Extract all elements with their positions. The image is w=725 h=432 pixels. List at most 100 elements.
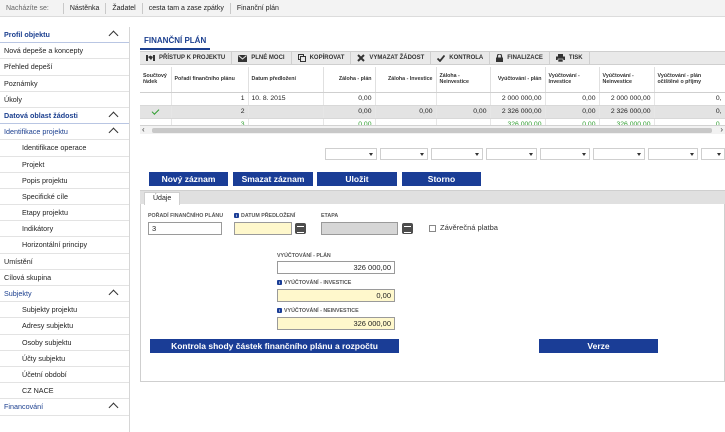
column-header[interactable]: Součtový řádek [140, 67, 172, 93]
scroll-left-icon[interactable]: ‹ [142, 125, 145, 134]
breadcrumb-item-zadatel[interactable]: Žadatel [112, 5, 135, 12]
column-header[interactable]: Vyúčtování - plán očištěné o příjmy [654, 67, 725, 93]
sidebar-item-label: Identifikace projektu [4, 127, 68, 137]
vyuctovani-neinvestice-field[interactable]: 326 000,00 [277, 317, 395, 330]
sidebar-item-ucetni-obdobi[interactable]: Účetní období [0, 367, 129, 384]
sidebar-item-label: Osoby subjektu [22, 337, 72, 347]
column-header[interactable]: Záloha - Investice [375, 67, 437, 93]
toolbar-button-finalizace[interactable]: FINALIZACE [490, 52, 550, 64]
sidebar-section-profil-objektu[interactable]: Profil objektu [0, 27, 129, 44]
filter-dropdown[interactable] [486, 148, 537, 160]
vyuctovani-investice-field[interactable]: 0,00 [277, 289, 395, 302]
table-cell [436, 92, 491, 106]
vyuctovani-plan-label: VYÚČTOVÁNÍ - PLÁN [277, 253, 331, 259]
sidebar-item-label: Adresy subjektu [22, 321, 74, 331]
sidebar-item-cz-nace[interactable]: CZ NACE [0, 383, 129, 400]
calendar-icon[interactable] [295, 223, 306, 234]
sidebar-item-poznamky[interactable]: Poznámky [0, 76, 129, 92]
budget-consistency-check-button[interactable]: Kontrola shody částek finančního plánu a… [150, 339, 399, 353]
filter-dropdown[interactable] [648, 148, 698, 160]
list-picker-icon[interactable] [402, 223, 413, 234]
sidebar-item-adresy-subjektu[interactable]: Adresy subjektu [0, 318, 129, 335]
breadcrumb-item-nastenka[interactable]: Nástěnka [70, 5, 100, 12]
toolbar-button-kopirovat[interactable]: KOPÍROVAT [292, 52, 352, 64]
filter-dropdown[interactable] [701, 148, 725, 160]
date-field[interactable] [234, 222, 292, 235]
save-button[interactable]: Uložit [317, 172, 397, 186]
column-header[interactable]: Vyúčtování - Neinvestice [599, 67, 655, 93]
sidebar-item-prehled-depesi[interactable]: Přehled depeší [0, 59, 129, 76]
dropdown-arrow-icon [582, 153, 586, 156]
sidebar-item-umisteni[interactable]: Umístění [0, 254, 129, 270]
toolbar-button-kontrola[interactable]: KONTROLA [431, 52, 491, 64]
order-field[interactable]: 3 [148, 222, 222, 235]
sidebar-group-financovani[interactable]: Financování [0, 399, 129, 416]
sidebar-item-ucty-subjektu[interactable]: Účty subjektu [0, 351, 129, 367]
sidebar-item-projekt[interactable]: Projekt [0, 157, 129, 173]
breadcrumb-separator [229, 2, 231, 14]
filter-dropdown[interactable] [431, 148, 483, 160]
sidebar-item-indikatory[interactable]: Indikátory [0, 221, 129, 238]
breadcrumb-item-current: Finanční plán [236, 4, 279, 12]
chevron-up-icon[interactable] [108, 111, 119, 122]
sidebar-group-subjekty[interactable]: Subjekty [0, 286, 129, 303]
sidebar-group-identifikace-projektu[interactable]: Identifikace projektu [0, 124, 129, 141]
new-record-button[interactable]: Nový záznam [149, 172, 228, 186]
sidebar-item-ukoly[interactable]: Úkoly [0, 92, 129, 108]
chevron-up-icon[interactable] [108, 289, 119, 300]
sidebar-item-label: Horizontální principy [22, 240, 88, 250]
dropdown-arrow-icon [717, 153, 721, 156]
sidebar-item-label: Cílová skupina [4, 272, 52, 282]
column-header[interactable]: Záloha - plán [323, 67, 376, 93]
column-header[interactable]: Vyúčtování - Investice [545, 67, 600, 93]
vyuctovani-plan-field[interactable]: 326 000,00 [277, 261, 395, 274]
table-header-row: Součtový řádek Pořadí finančního plánu D… [140, 67, 725, 93]
toolbar-button-tisk[interactable]: TISK [550, 52, 590, 64]
column-header[interactable]: Pořadí finančního plánu [171, 67, 249, 93]
sidebar-item-nova-depese[interactable]: Nová depeše a koncepty [0, 43, 129, 60]
sidebar-item-label: Profil objektu [4, 30, 50, 39]
filter-dropdown[interactable] [380, 148, 428, 160]
sidebar-item-cilova-skupina[interactable]: Cílová skupina [0, 270, 129, 286]
sidebar-item-specificke-cile[interactable]: Specifické cíle [0, 189, 129, 206]
stage-field[interactable] [321, 222, 398, 235]
filter-dropdown[interactable] [540, 148, 590, 160]
toolbar-button-label: VYMAZAT ŽÁDOST [369, 55, 425, 61]
chevron-up-icon[interactable] [108, 30, 119, 41]
cancel-button[interactable]: Storno [402, 172, 481, 186]
table-cell: 2 326 000,00 [599, 105, 655, 119]
vyuctovani-investice-label-text: VYÚČTOVÁNÍ - INVESTICE [284, 280, 352, 286]
scroll-right-icon[interactable]: › [720, 125, 723, 134]
sidebar-item-horizontalni-principy[interactable]: Horizontální principy [0, 237, 129, 254]
table-row[interactable]: 2 0,00 0,00 0,00 2 326 000,00 0,00 2 326… [140, 105, 725, 119]
sidebar-item-osoby-subjektu[interactable]: Osoby subjektu [0, 335, 129, 351]
sidebar-item-label: Přehled depeší [4, 62, 53, 72]
sidebar-item-label: Úkoly [4, 94, 22, 104]
sidebar-item-identifikace-operace[interactable]: Identifikace operace [0, 140, 129, 157]
chevron-up-icon[interactable] [108, 402, 119, 413]
chevron-up-icon[interactable] [108, 127, 119, 138]
toolbar-button-vymazat-zadost[interactable]: VYMAZAT ŽÁDOST [351, 52, 432, 64]
breadcrumb-item-project[interactable]: cesta tam a zase zpátky [149, 5, 224, 12]
required-icon: ! [277, 308, 282, 314]
toolbar-button-plne-moci[interactable]: PLNÉ MOCI [232, 52, 292, 64]
breadcrumb-separator [141, 2, 143, 14]
filter-dropdown[interactable] [593, 148, 645, 160]
delete-record-button[interactable]: Smazat záznam [233, 172, 313, 186]
filter-dropdown[interactable] [325, 148, 377, 160]
scrollbar-thumb[interactable] [152, 128, 712, 133]
toolbar-button-pristup-k-projektu[interactable]: PŘÍSTUP K PROJEKTU [140, 52, 233, 64]
order-label: POŘADÍ FINANČNÍHO PLÁNU [148, 213, 224, 219]
final-payment-checkbox[interactable] [429, 225, 436, 232]
column-header[interactable]: Záloha - Neinvestice [436, 67, 491, 93]
sidebar-section-datova-oblast[interactable]: Datová oblast žádosti [0, 108, 129, 125]
column-header[interactable]: Datum předložení [248, 67, 324, 93]
horizontal-scrollbar[interactable]: ‹ › [140, 125, 725, 134]
column-header[interactable]: Vyúčtování - plán [490, 67, 546, 93]
sidebar-item-popis-projektu[interactable]: Popis projektu [0, 173, 129, 189]
sidebar-item-etapy-projektu[interactable]: Etapy projektu [0, 205, 129, 222]
table-row[interactable]: 1 10. 8. 2015 0,00 2 000 000,00 0,00 2 0… [140, 92, 725, 106]
versions-button[interactable]: Verze [539, 339, 658, 353]
sidebar-item-subjekty-projektu[interactable]: Subjekty projektu [0, 302, 129, 319]
checkmark-icon [437, 54, 446, 62]
